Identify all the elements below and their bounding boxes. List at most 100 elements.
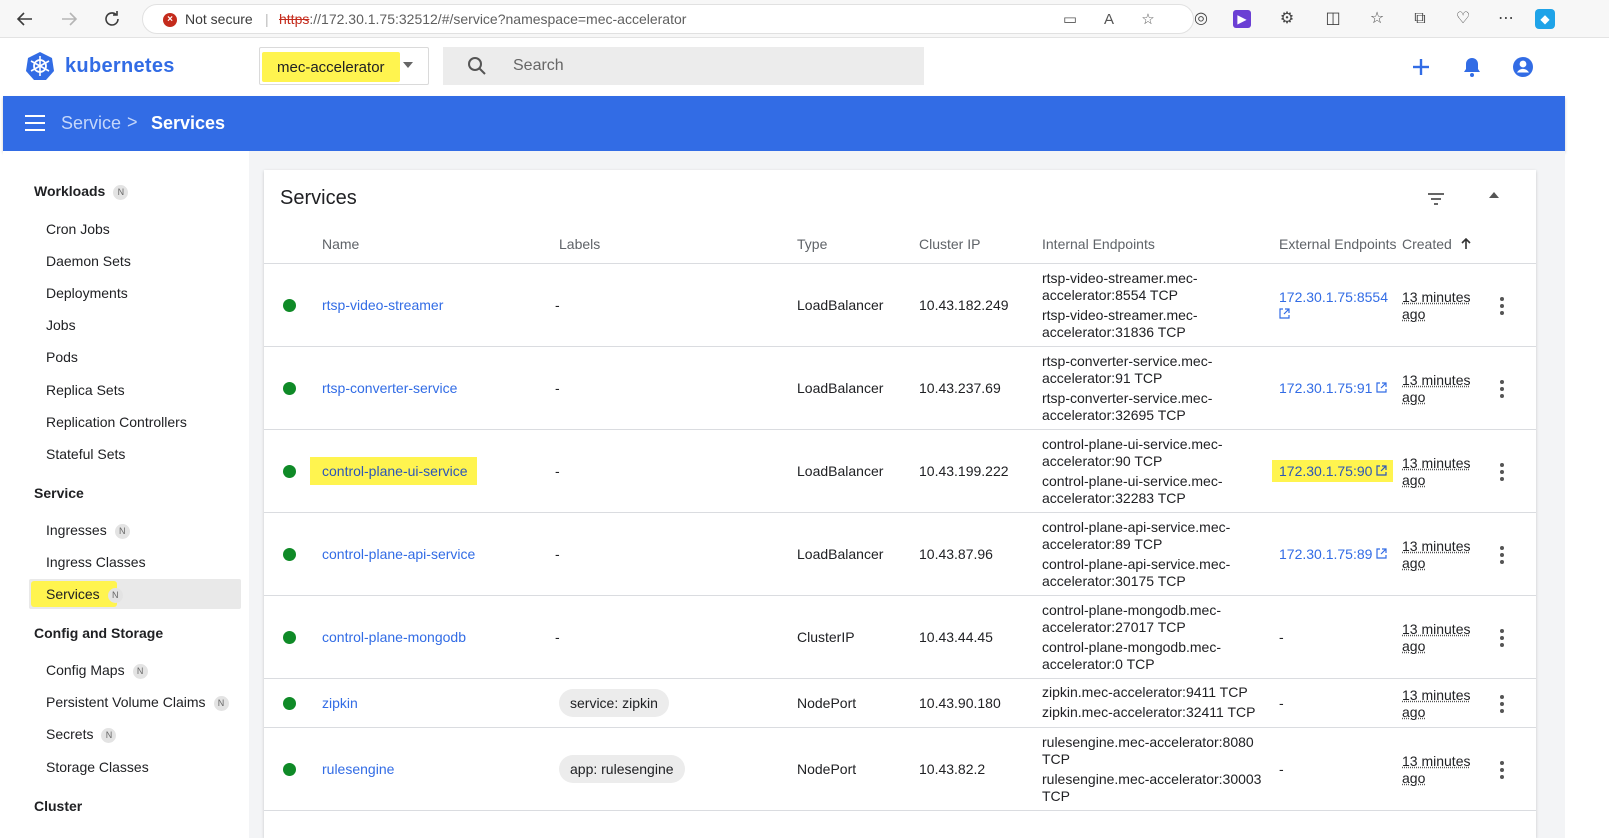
browser-essentials-icon[interactable]: ♡ xyxy=(1452,8,1474,30)
account-icon[interactable] xyxy=(1510,54,1536,80)
sidebar: Workloads N Cron Jobs Daemon Sets Deploym… xyxy=(3,151,249,838)
service-name-link[interactable]: rtsp-video-streamer xyxy=(322,297,443,313)
service-name-link[interactable]: control-plane-api-service xyxy=(322,546,475,562)
security-label[interactable]: Not secure xyxy=(185,11,253,27)
external-endpoint-text: 172.30.1.75:89 xyxy=(1279,546,1373,562)
namespace-selector[interactable]: mec-accelerator xyxy=(259,47,429,85)
back-arrow-icon[interactable] xyxy=(13,7,37,31)
internal-endpoint: rtsp-converter-service.mec-accelerator:3… xyxy=(1042,390,1272,424)
breadcrumb-current: Services xyxy=(151,113,226,133)
status-ok-icon xyxy=(283,548,296,561)
external-endpoint-none: - xyxy=(1279,761,1284,777)
namespaced-badge: N xyxy=(107,588,123,603)
column-header-created[interactable]: Created xyxy=(1402,236,1471,252)
brand-name[interactable]: kubernetes xyxy=(65,55,175,78)
endpoint-line: accelerator:31836 TCP xyxy=(1042,324,1186,340)
read-aloud-icon[interactable]: A xyxy=(1099,10,1119,30)
service-type: LoadBalancer xyxy=(797,463,884,479)
endpoint-line: rtsp-converter-service.mec- xyxy=(1042,353,1213,369)
kubernetes-logo-icon[interactable] xyxy=(25,51,55,81)
sidebar-item-pods[interactable]: Pods xyxy=(29,342,241,372)
url-text[interactable]: https://172.30.1.75:32512/#/service?name… xyxy=(279,11,686,27)
forward-arrow-icon[interactable] xyxy=(57,7,81,31)
service-name-link[interactable]: zipkin xyxy=(322,695,358,711)
sidebar-item-deployments[interactable]: Deployments xyxy=(29,278,241,308)
created-line: ago xyxy=(1402,770,1426,786)
endpoint-line: control-plane-api-service.mec- xyxy=(1042,556,1231,572)
collections-icon[interactable]: ⧉ xyxy=(1409,8,1431,30)
sidebar-item-storage-classes[interactable]: Storage Classes xyxy=(29,752,241,782)
reload-icon[interactable] xyxy=(100,7,124,31)
filter-icon[interactable] xyxy=(1425,188,1447,210)
services-card: Services Name Labels Type Cluster IP Int… xyxy=(264,170,1536,838)
label-chip: app: rulesengine xyxy=(559,755,685,783)
bell-icon[interactable] xyxy=(1459,54,1485,80)
external-endpoint-link[interactable]: 172.30.1.75:91 xyxy=(1279,380,1388,396)
copilot-icon[interactable]: ◆ xyxy=(1535,9,1555,29)
row-actions-icon[interactable] xyxy=(1497,297,1507,317)
breadcrumb-parent[interactable]: Service xyxy=(61,113,121,134)
chevron-up-icon[interactable] xyxy=(1489,192,1499,198)
app-available-icon[interactable]: ▭ xyxy=(1060,10,1080,30)
internal-endpoints: rulesengine.mec-accelerator:8080 TCP rule… xyxy=(1042,734,1272,808)
sidebar-item-ingresses[interactable]: Ingresses N xyxy=(29,515,241,545)
sidebar-item-ingress-classes[interactable]: Ingress Classes xyxy=(29,547,241,577)
favorite-star-icon[interactable]: ☆ xyxy=(1138,10,1158,30)
sidebar-section-workloads[interactable]: Workloads N xyxy=(34,183,129,200)
extension-icon[interactable]: ◎ xyxy=(1190,8,1212,30)
menu-icon[interactable] xyxy=(25,115,45,131)
row-actions-icon[interactable] xyxy=(1497,546,1507,566)
table-row: control-plane-mongodb - ClusterIP 10.43.… xyxy=(264,596,1536,679)
sidebar-item-cron-jobs[interactable]: Cron Jobs xyxy=(29,214,241,244)
row-actions-icon[interactable] xyxy=(1497,380,1507,400)
external-endpoint-none: - xyxy=(1279,629,1284,645)
service-name-link[interactable]: rulesengine xyxy=(322,761,394,777)
column-header-internal-endpoints: Internal Endpoints xyxy=(1042,236,1155,252)
endpoint-line: rtsp-video-streamer.mec- xyxy=(1042,307,1198,323)
search-input[interactable] xyxy=(513,47,913,85)
more-menu-icon[interactable]: ⋯ xyxy=(1495,8,1517,30)
service-cluster-ip: 10.43.44.45 xyxy=(919,629,993,645)
extension-purple-icon[interactable]: ▶ xyxy=(1233,10,1251,28)
sidebar-item-jobs[interactable]: Jobs xyxy=(29,310,241,340)
sidebar-item-stateful-sets[interactable]: Stateful Sets xyxy=(29,439,241,469)
url-path: ://172.30.1.75:32512/#/service?namespace… xyxy=(309,11,687,27)
favorites-icon[interactable]: ☆ xyxy=(1366,8,1388,30)
sidebar-item-replica-sets[interactable]: Replica Sets xyxy=(29,375,241,405)
sidebar-section-config-storage[interactable]: Config and Storage xyxy=(34,625,163,641)
open-external-icon xyxy=(1279,308,1290,319)
plus-icon[interactable] xyxy=(1408,54,1434,80)
sidebar-item-label: Daemon Sets xyxy=(46,253,131,269)
row-actions-icon[interactable] xyxy=(1497,629,1507,649)
internal-endpoint: control-plane-api-service.mec-accelerato… xyxy=(1042,519,1272,553)
external-endpoint-link[interactable]: 172.30.1.75:90 xyxy=(1279,463,1388,479)
sidebar-item-config-maps[interactable]: Config Maps N xyxy=(29,655,241,685)
service-name-link[interactable]: rtsp-converter-service xyxy=(322,380,457,396)
url-scheme: https xyxy=(279,11,310,27)
service-name-link[interactable]: control-plane-ui-service xyxy=(322,463,468,479)
extensions-puzzle-icon[interactable]: ⚙ xyxy=(1276,8,1298,30)
endpoint-line: control-plane-ui-service.mec- xyxy=(1042,473,1223,489)
address-bar[interactable]: × Not secure | https://172.30.1.75:32512… xyxy=(142,4,1194,34)
table-row: control-plane-ui-service - LoadBalancer … xyxy=(264,430,1536,513)
endpoint-line: accelerator:8554 TCP xyxy=(1042,287,1178,303)
sidebar-item-replication-controllers[interactable]: Replication Controllers xyxy=(29,407,241,437)
internal-endpoint: control-plane-api-service.mec-accelerato… xyxy=(1042,556,1272,590)
service-name-link[interactable]: control-plane-mongodb xyxy=(322,629,466,645)
sidebar-item-daemon-sets[interactable]: Daemon Sets xyxy=(29,246,241,276)
external-endpoint-link[interactable]: 172.30.1.75:8554 xyxy=(1279,289,1394,323)
external-endpoint-link[interactable]: 172.30.1.75:89 xyxy=(1279,546,1388,562)
row-actions-icon[interactable] xyxy=(1497,695,1507,715)
sidebar-section-cluster[interactable]: Cluster xyxy=(34,798,82,814)
column-header-name[interactable]: Name xyxy=(322,236,359,252)
sidebar-item-services[interactable]: Services N xyxy=(29,579,241,609)
service-cluster-ip: 10.43.82.2 xyxy=(919,761,986,777)
service-type: ClusterIP xyxy=(797,629,855,645)
row-actions-icon[interactable] xyxy=(1497,761,1507,781)
split-screen-icon[interactable]: ◫ xyxy=(1322,8,1344,30)
sidebar-item-secrets[interactable]: Secrets N xyxy=(29,719,241,749)
endpoint-line: rtsp-video-streamer.mec- xyxy=(1042,270,1198,286)
sidebar-item-pvc[interactable]: Persistent Volume Claims N xyxy=(29,687,241,717)
sidebar-section-service[interactable]: Service xyxy=(34,485,84,501)
row-actions-icon[interactable] xyxy=(1497,463,1507,483)
